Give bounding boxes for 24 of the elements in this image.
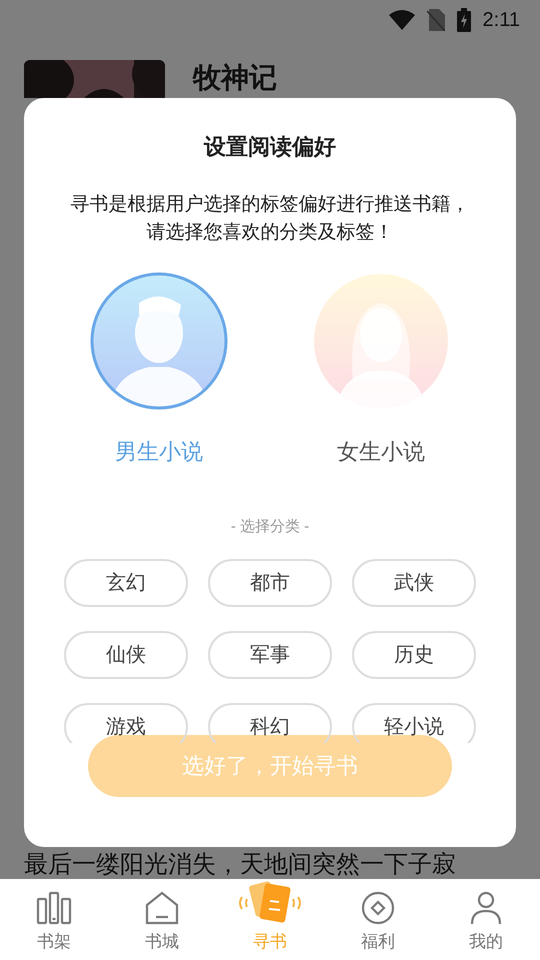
dialog-description: 寻书是根据用户选择的标签偏好进行推送书籍，请选择您喜欢的分类及标签！ <box>70 193 470 245</box>
wifi-icon <box>388 10 415 30</box>
coin-icon <box>361 890 395 924</box>
status-time: 2:11 <box>482 8 520 33</box>
category-tag[interactable]: 历史 <box>352 630 476 678</box>
chapter-text: 最后一缕阳光消失，天地间突然一下子寂 <box>24 850 457 878</box>
bookshelf-icon <box>36 890 72 924</box>
category-tag[interactable]: 都市 <box>208 558 332 606</box>
category-tag[interactable]: 玄幻 <box>64 558 188 606</box>
battery-icon <box>456 8 471 32</box>
nav-tab[interactable]: 书城 <box>108 878 216 960</box>
person-icon <box>469 890 503 924</box>
nav-tab[interactable]: 我的 <box>432 878 540 960</box>
nav-tab[interactable]: 书架 <box>0 878 108 960</box>
category-tag[interactable]: 军事 <box>208 630 332 678</box>
dialog-title: 设置阅读偏好 <box>204 133 336 161</box>
category-tag[interactable]: 仙侠 <box>64 630 188 678</box>
house-icon <box>145 890 179 924</box>
category-tag[interactable]: 武侠 <box>352 558 476 606</box>
nav-tab[interactable]: 福利 <box>324 878 432 960</box>
no-sim-icon <box>426 9 445 31</box>
book-title: 牧神记 <box>193 61 277 95</box>
section-label: - 选择分类 - <box>230 517 310 537</box>
gender-label[interactable]: 女生小说 <box>337 435 425 468</box>
